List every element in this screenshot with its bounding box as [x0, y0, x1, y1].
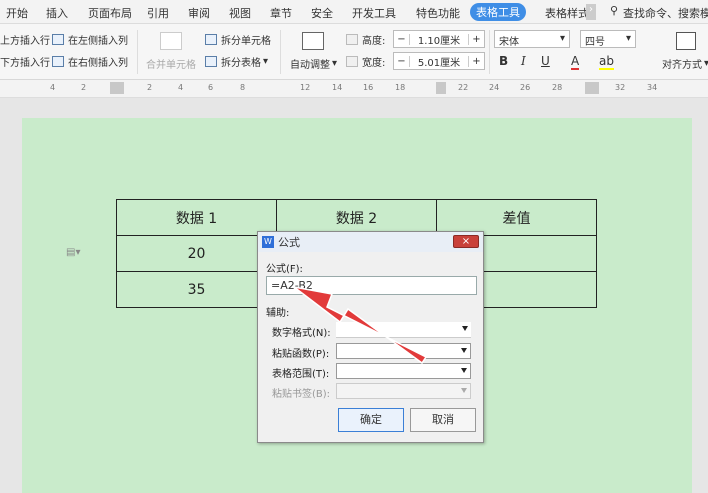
arrow-shape	[293, 286, 428, 365]
annotation-arrow	[293, 286, 428, 365]
